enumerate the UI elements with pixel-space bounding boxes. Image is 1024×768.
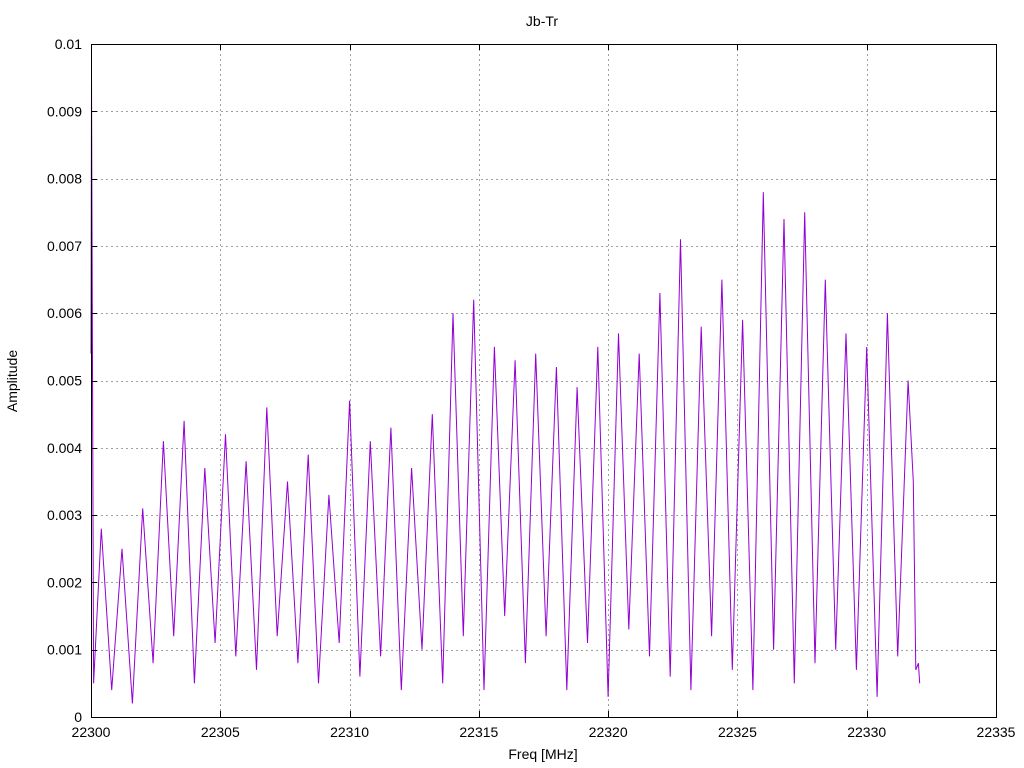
x-tick-label: 22310 <box>330 724 369 740</box>
y-tick-label: 0.001 <box>47 642 82 658</box>
y-tick-label: 0.006 <box>47 305 82 321</box>
x-tick-label: 22330 <box>847 724 886 740</box>
y-tick-label: 0.008 <box>47 171 82 187</box>
y-tick-label: 0.01 <box>55 36 82 52</box>
x-axis-label: Freq [MHz] <box>508 746 577 762</box>
y-tick-label: 0.003 <box>47 507 82 523</box>
y-axis-label: Amplitude <box>4 350 20 412</box>
x-tick-labels: 22300 22305 22310 22315 22320 22325 22330 22335 <box>72 724 1016 740</box>
x-tick-label: 22325 <box>718 724 757 740</box>
spectrum-chart: Jb-Tr 22300 22305 22310 22315 22320 22325 2233… <box>4 13 1016 762</box>
y-tick-label: 0.007 <box>47 238 82 254</box>
y-tick-label: 0.009 <box>47 103 82 119</box>
x-tick-label: 22315 <box>459 724 498 740</box>
y-tick-label: 0.002 <box>47 574 82 590</box>
x-tick-label: 22335 <box>977 724 1016 740</box>
y-tick-label: 0.004 <box>47 440 82 456</box>
ticks <box>91 44 997 718</box>
y-tick-label: 0 <box>74 709 82 725</box>
grid <box>91 44 996 717</box>
x-tick-label: 22305 <box>201 724 240 740</box>
x-tick-label: 22300 <box>72 724 111 740</box>
series-line-0 <box>90 77 921 704</box>
x-tick-label: 22320 <box>589 724 628 740</box>
y-tick-labels: 0 0.001 0.002 0.003 0.004 0.005 0.006 0.007 0.00… <box>47 36 82 725</box>
series-layer <box>90 77 921 704</box>
chart-title: Jb-Tr <box>526 13 558 29</box>
y-tick-label: 0.005 <box>47 373 82 389</box>
